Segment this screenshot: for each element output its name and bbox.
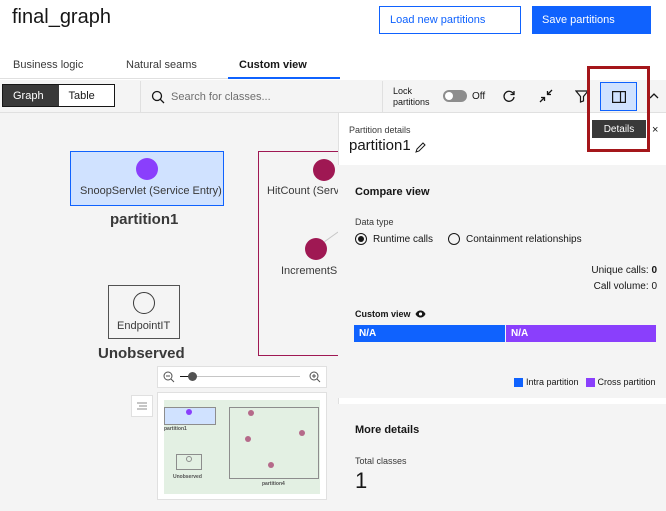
view-switcher: Graph Table — [2, 84, 115, 107]
highlight-box — [587, 66, 650, 152]
tab-natural-seams[interactable]: Natural seams — [126, 59, 197, 71]
legend-intra-label: Intra partition — [526, 377, 579, 387]
radio-unchecked[interactable] — [448, 233, 460, 245]
page-title: final_graph — [12, 6, 111, 28]
node-label: EndpointIT — [117, 320, 171, 332]
search-icon — [151, 90, 165, 103]
unique-calls-value: 0 — [651, 265, 657, 276]
cross-partition-bar: N/A — [506, 325, 656, 342]
total-classes-value: 1 — [355, 468, 368, 493]
unobserved-label: Unobserved — [98, 345, 185, 362]
lock-label-line1: Lock — [393, 86, 413, 96]
tab-custom-view[interactable]: Custom view — [239, 59, 307, 71]
call-volume-stat: Call volume: 0 — [540, 281, 657, 292]
data-type-label: Data type — [355, 217, 394, 227]
minimap-partition4 — [229, 407, 319, 479]
graph-view-button[interactable]: Graph — [3, 85, 59, 106]
partition-group[interactable] — [258, 151, 348, 356]
class-node-dot[interactable] — [133, 292, 155, 314]
minimap-label: partition4 — [262, 481, 285, 487]
toolbar-divider — [382, 81, 383, 112]
table-view-button[interactable]: Table — [59, 85, 115, 106]
minimap-dot — [186, 456, 192, 462]
intra-partition-bar: N/A — [354, 325, 505, 342]
panel-small-title: Partition details — [349, 125, 411, 135]
minimap-dot — [245, 436, 251, 442]
save-partitions-button[interactable]: Save partitions — [532, 6, 651, 34]
call-volume-label: Call volume: — [593, 281, 649, 292]
search-input[interactable]: Search for classes... — [171, 91, 271, 103]
refresh-icon[interactable] — [499, 86, 519, 106]
radio-label: Runtime calls — [373, 233, 434, 245]
minimap-dot — [268, 462, 274, 468]
minimap-label: partition1 — [164, 426, 187, 432]
compare-view-heading: Compare view — [355, 186, 430, 198]
minimap-label: Unobserved — [173, 474, 202, 480]
total-classes-label: Total classes — [355, 456, 407, 466]
minimap-dot — [299, 430, 305, 436]
legend: Intra partition Cross partition — [514, 377, 656, 387]
lock-label-line2: partitions — [393, 97, 430, 107]
legend-swatch-cross — [585, 377, 595, 387]
call-volume-value: 0 — [651, 281, 657, 292]
close-icon[interactable]: × — [652, 124, 658, 136]
legend-swatch-intra — [514, 377, 523, 387]
custom-view-label: Custom view — [355, 309, 426, 319]
unique-calls-stat: Unique calls: 0 — [540, 265, 657, 276]
node-label: IncrementS — [281, 265, 338, 277]
load-new-partitions-button[interactable]: Load new partitions — [379, 6, 521, 34]
zoom-out-icon[interactable] — [163, 370, 175, 388]
lock-partitions-label: Lock partitions — [393, 86, 430, 108]
panel-title: partition1 — [349, 137, 411, 154]
zoom-slider-track[interactable] — [180, 376, 300, 377]
legend-cross-label: Cross partition — [597, 377, 656, 387]
radio-checked[interactable] — [355, 233, 367, 245]
radio-containment[interactable]: Containment relationships — [448, 233, 582, 245]
minimap-dot — [248, 410, 254, 416]
radio-runtime-calls[interactable]: Runtime calls — [355, 233, 433, 245]
custom-view-text: Custom view — [355, 309, 411, 319]
search-box[interactable]: Search for classes... — [140, 81, 382, 112]
tab-business-logic[interactable]: Business logic — [13, 59, 83, 71]
class-node-dot[interactable] — [136, 158, 158, 180]
unique-calls-label: Unique calls: — [591, 265, 649, 276]
edge-line — [323, 231, 338, 242]
edit-icon[interactable] — [415, 140, 426, 158]
zoom-slider-handle[interactable] — [188, 372, 197, 381]
radio-label: Containment relationships — [466, 233, 582, 245]
zoom-in-icon[interactable] — [309, 370, 321, 388]
minimap-dot — [186, 409, 192, 415]
minimap-toggle-icon[interactable] — [131, 395, 153, 417]
eye-icon[interactable] — [415, 310, 426, 318]
lock-state-text: Off — [472, 91, 486, 102]
class-node-dot[interactable] — [313, 159, 335, 181]
more-details-heading: More details — [355, 424, 420, 436]
node-label: SnoopServlet (Service Entry) — [80, 185, 222, 197]
zoom-controls — [157, 366, 327, 388]
lock-partitions-toggle[interactable] — [443, 90, 467, 102]
active-tab-indicator — [228, 77, 340, 79]
node-label: HitCount (Serv — [267, 185, 340, 197]
partition-label: partition1 — [110, 211, 179, 228]
collapse-icon[interactable] — [536, 86, 556, 106]
